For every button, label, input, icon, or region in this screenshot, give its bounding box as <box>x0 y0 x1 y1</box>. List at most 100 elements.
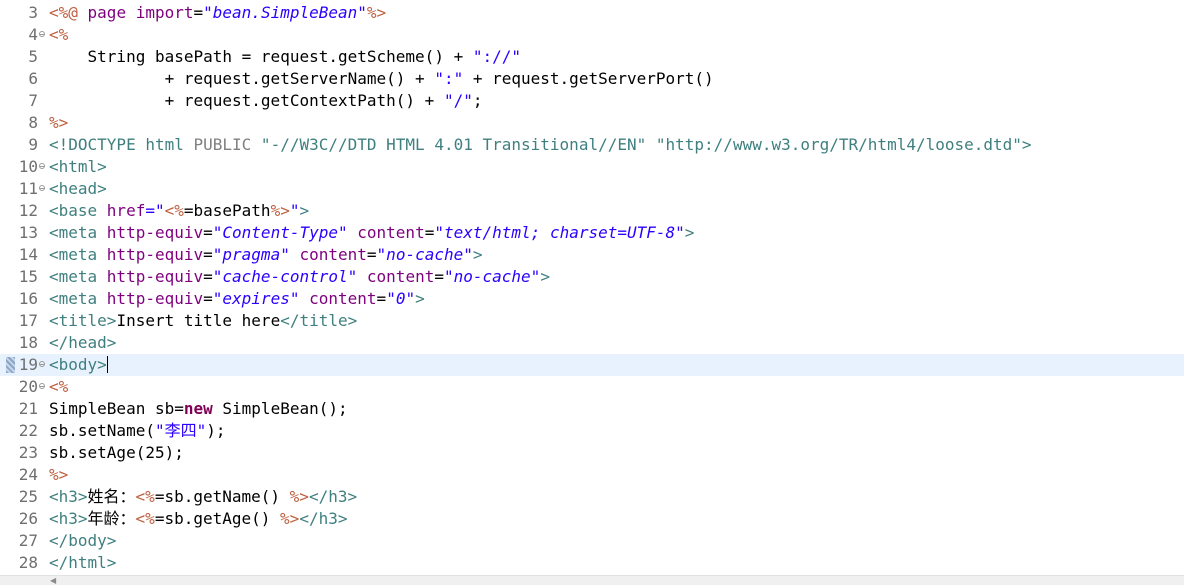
code-token: <meta <box>49 267 107 286</box>
code-token: > <box>1021 135 1032 154</box>
code-line[interactable]: 10 <html> <box>0 156 1184 178</box>
code-token: <base <box>49 201 107 220</box>
code-text[interactable]: <html> <box>49 156 107 178</box>
code-line[interactable]: 20 <% <box>0 376 1184 398</box>
code-line[interactable]: 3 <%@ page import="bean.SimpleBean"%> <box>0 2 1184 24</box>
code-line[interactable]: 7 + request.getContextPath() + "/"; <box>0 90 1184 112</box>
line-gutter[interactable]: 27 <box>0 530 48 552</box>
code-text[interactable]: %> <box>49 464 68 486</box>
line-gutter[interactable]: 16 <box>0 288 48 310</box>
code-text[interactable]: + request.getContextPath() + "/"; <box>49 90 483 112</box>
line-gutter[interactable]: 5 <box>0 46 48 68</box>
line-gutter[interactable]: 17 <box>0 310 48 332</box>
code-line[interactable]: 24 %> <box>0 464 1184 486</box>
line-number: 10 <box>18 157 38 176</box>
code-line[interactable]: 25 <h3>姓名：<%=sb.getName() %></h3> <box>0 486 1184 508</box>
code-text[interactable]: <meta http-equiv="expires" content="0"> <box>49 288 425 310</box>
code-line[interactable]: 6 + request.getServerName() + ":" + requ… <box>0 68 1184 90</box>
code-text[interactable]: %> <box>49 112 68 134</box>
code-text[interactable]: <title>Insert title here</title> <box>49 310 357 332</box>
line-gutter[interactable]: 20 <box>0 376 48 398</box>
code-text[interactable]: <h3>年龄：<%=sb.getAge() %></h3> <box>49 508 347 530</box>
line-number: 13 <box>18 223 38 242</box>
code-text[interactable]: <head> <box>49 178 107 200</box>
line-gutter[interactable]: 19 <box>0 354 48 376</box>
line-gutter[interactable]: 26 <box>0 508 48 530</box>
fold-toggle-icon[interactable] <box>39 163 45 169</box>
line-gutter[interactable]: 28 <box>0 552 48 574</box>
code-text[interactable]: <meta http-equiv="Content-Type" content=… <box>49 222 694 244</box>
code-token: = <box>366 245 377 264</box>
line-gutter[interactable]: 24 <box>0 464 48 486</box>
line-gutter[interactable]: 10 <box>0 156 48 178</box>
line-gutter[interactable]: 9 <box>0 134 48 156</box>
code-text[interactable]: <body> <box>49 354 108 376</box>
line-gutter[interactable]: 7 <box>0 90 48 112</box>
fold-toggle-icon[interactable] <box>39 361 45 367</box>
code-text[interactable]: <% <box>49 24 68 46</box>
code-text[interactable]: </head> <box>49 332 116 354</box>
code-text[interactable]: </body> <box>49 530 116 552</box>
fold-toggle-icon[interactable] <box>39 31 45 37</box>
code-line[interactable]: 23 sb.setAge(25); <box>0 442 1184 464</box>
line-gutter[interactable]: 22 <box>0 420 48 442</box>
code-text[interactable]: <base href="<%=basePath%>"> <box>49 200 309 222</box>
line-gutter[interactable]: 23 <box>0 442 48 464</box>
line-gutter[interactable]: 13 <box>0 222 48 244</box>
code-line[interactable]: 21 SimpleBean sb=new SimpleBean(); <box>0 398 1184 420</box>
line-gutter[interactable]: 21 <box>0 398 48 420</box>
code-line[interactable]: 16 <meta http-equiv="expires" content="0"… <box>0 288 1184 310</box>
code-text[interactable]: <h3>姓名：<%=sb.getName() %></h3> <box>49 486 357 508</box>
line-gutter[interactable]: 15 <box>0 266 48 288</box>
code-text[interactable]: + request.getServerName() + ":" + reques… <box>49 68 714 90</box>
code-token: href <box>106 201 146 220</box>
code-line[interactable]: 18 </head> <box>0 332 1184 354</box>
code-line[interactable]: 8 %> <box>0 112 1184 134</box>
chevron-left-icon[interactable]: ◀ <box>50 577 56 585</box>
code-line[interactable]: 27 </body> <box>0 530 1184 552</box>
code-line[interactable]: 15 <meta http-equiv="cache-control" conte… <box>0 266 1184 288</box>
code-text[interactable]: </html> <box>49 552 116 574</box>
line-gutter[interactable]: 3 <box>0 2 48 24</box>
line-gutter[interactable]: 11 <box>0 178 48 200</box>
code-line[interactable]: 13 <meta http-equiv="Content-Type" conten… <box>0 222 1184 244</box>
code-editor[interactable]: 3 <%@ page import="bean.SimpleBean"%> 4 <% 5… <box>0 0 1184 585</box>
code-text[interactable]: <%@ page import="bean.SimpleBean"%> <box>49 2 386 24</box>
code-token: %> <box>280 509 300 528</box>
code-line[interactable]: 12 <base href="<%=basePath%>"> <box>0 200 1184 222</box>
code-token: = <box>203 245 213 264</box>
fold-toggle-icon[interactable] <box>39 185 45 191</box>
code-text[interactable]: sb.setAge(25); <box>49 442 184 464</box>
code-text[interactable]: String basePath = request.getScheme() + … <box>49 46 521 68</box>
line-number: 18 <box>18 333 38 352</box>
code-text[interactable]: SimpleBean sb=new SimpleBean(); <box>49 398 348 420</box>
fold-toggle-icon[interactable] <box>39 383 45 389</box>
code-line[interactable]: 9 <!DOCTYPE html PUBLIC "-//W3C//DTD HTML… <box>0 134 1184 156</box>
horizontal-scrollbar[interactable]: ◀ <box>0 575 1184 585</box>
code-token: > <box>415 289 425 308</box>
code-line[interactable]: 11 <head> <box>0 178 1184 200</box>
code-text[interactable]: <meta http-equiv="cache-control" content… <box>49 266 550 288</box>
line-gutter[interactable]: 14 <box>0 244 48 266</box>
code-line[interactable]: 5 String basePath = request.getScheme() … <box>0 46 1184 68</box>
code-token: <% <box>135 509 155 528</box>
code-line[interactable]: 28 </html> <box>0 552 1184 574</box>
code-line[interactable]: 17 <title>Insert title here</title> <box>0 310 1184 332</box>
line-gutter[interactable]: 6 <box>0 68 48 90</box>
code-text[interactable]: <meta http-equiv="pragma" content="no-ca… <box>49 244 483 266</box>
code-text[interactable]: sb.setName("李四"); <box>49 420 226 442</box>
line-number: 19 <box>18 355 38 374</box>
line-gutter[interactable]: 25 <box>0 486 48 508</box>
code-line[interactable]: 19 <body> <box>0 354 1184 376</box>
code-text[interactable]: <!DOCTYPE html PUBLIC "-//W3C//DTD HTML … <box>49 134 1032 156</box>
line-gutter[interactable]: 8 <box>0 112 48 134</box>
code-line[interactable]: 14 <meta http-equiv="pragma" content="no-… <box>0 244 1184 266</box>
code-line[interactable]: 22 sb.setName("李四"); <box>0 420 1184 442</box>
code-text[interactable]: <% <box>49 376 68 398</box>
code-line[interactable]: 4 <% <box>0 24 1184 46</box>
line-gutter[interactable]: 18 <box>0 332 48 354</box>
code-token: SimpleBean sb= <box>49 399 184 418</box>
line-gutter[interactable]: 4 <box>0 24 48 46</box>
code-line[interactable]: 26 <h3>年龄：<%=sb.getAge() %></h3> <box>0 508 1184 530</box>
line-gutter[interactable]: 12 <box>0 200 48 222</box>
